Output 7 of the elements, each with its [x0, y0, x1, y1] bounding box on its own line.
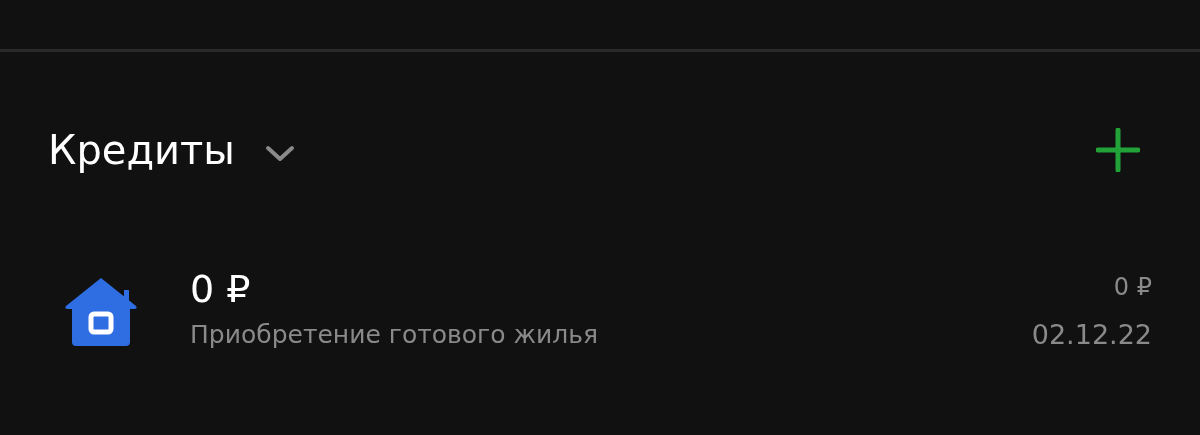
- loan-amount: 0 ₽: [190, 269, 252, 308]
- loan-name: Приобретение готового жилья: [190, 321, 598, 347]
- chevron-down-icon[interactable]: [264, 145, 295, 163]
- loan-balance: 0 ₽: [1113, 274, 1152, 299]
- add-icon[interactable]: [1096, 128, 1140, 172]
- loan-date: 02.12.22: [1031, 320, 1152, 348]
- house-icon: [64, 276, 138, 348]
